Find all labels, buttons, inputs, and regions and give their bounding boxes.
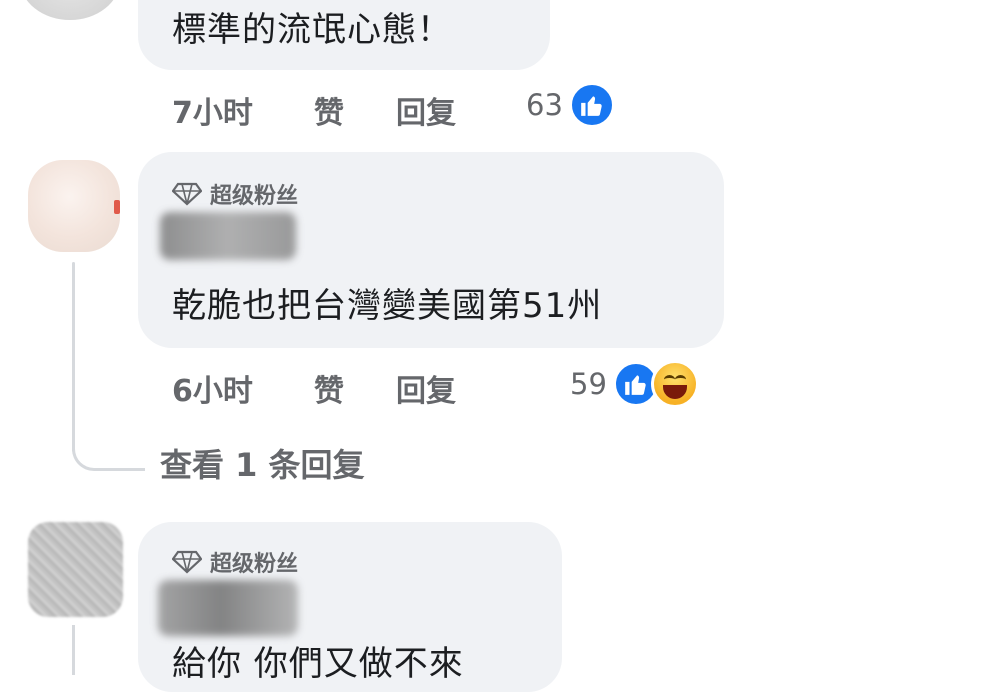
reply-button[interactable]: 回复 (396, 88, 456, 132)
commenter-avatar[interactable] (28, 522, 123, 617)
comment-text: 標準的流氓心態！ (172, 10, 452, 50)
haha-reaction-icon (650, 360, 699, 408)
comment-actions: 6小时 赞 回复 (172, 366, 632, 409)
diamond-badge-icon (172, 182, 202, 206)
thread-line (72, 625, 75, 675)
like-button[interactable]: 赞 (314, 88, 344, 132)
like-reaction-icon (568, 82, 615, 128)
comment-timestamp[interactable]: 7小时 (172, 88, 253, 132)
comment-text: 乾脆也把台灣變美國第51州 (172, 286, 603, 326)
comment-text: 給你 你們又做不來 (172, 644, 464, 684)
reaction-count: 59 (570, 367, 607, 401)
reaction-summary[interactable]: 63 (526, 82, 615, 128)
commenter-avatar[interactable] (20, 0, 120, 20)
top-fan-badge[interactable]: 超级粉丝 (172, 178, 298, 210)
commenter-name-redacted[interactable] (160, 212, 296, 260)
top-fan-badge[interactable]: 超级粉丝 (172, 546, 298, 578)
commenter-name-redacted[interactable] (158, 580, 298, 636)
badge-label: 超级粉丝 (210, 552, 299, 577)
reaction-summary[interactable]: 59 (570, 360, 699, 408)
badge-label: 超级粉丝 (210, 184, 299, 209)
comment-timestamp[interactable]: 6小时 (172, 366, 253, 410)
reaction-count: 63 (526, 88, 563, 122)
like-button[interactable]: 赞 (314, 366, 344, 410)
thread-connector (72, 420, 145, 471)
diamond-badge-icon (172, 550, 202, 574)
view-replies-link[interactable]: 查看 1 条回复 (160, 440, 365, 486)
reply-button[interactable]: 回复 (396, 366, 456, 410)
commenter-avatar[interactable] (28, 160, 120, 252)
